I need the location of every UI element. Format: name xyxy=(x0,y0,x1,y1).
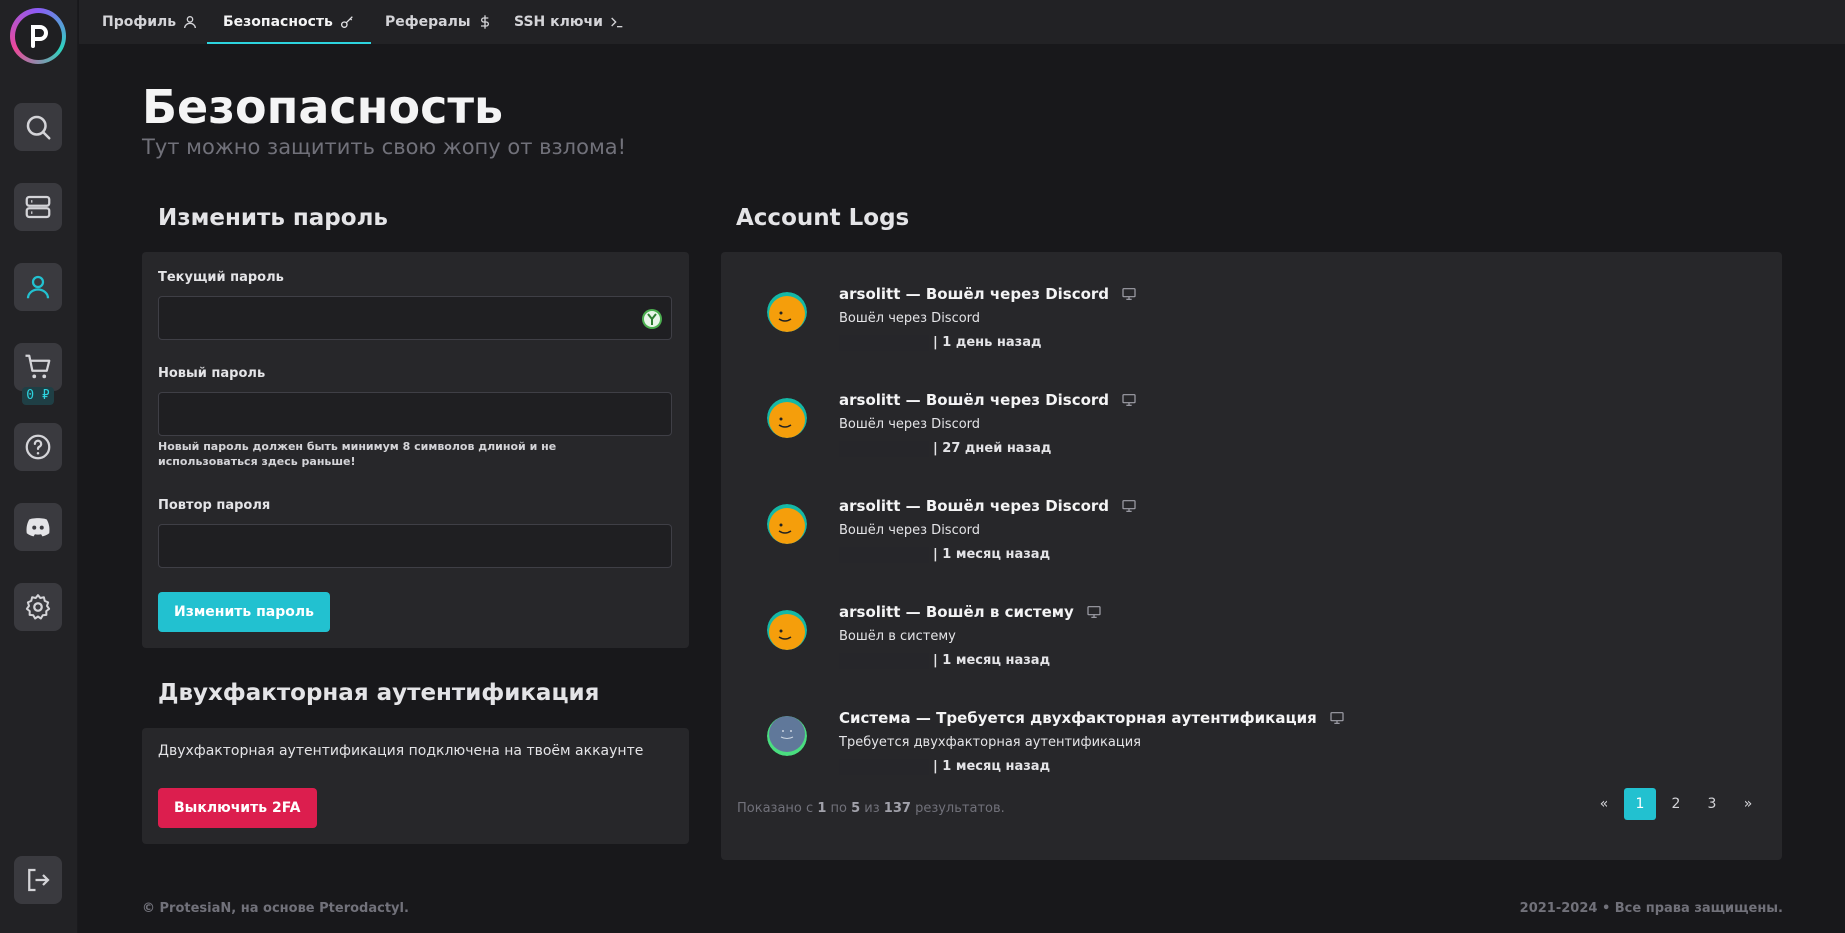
sidebar-servers-button[interactable] xyxy=(14,183,62,231)
avatar xyxy=(767,504,807,544)
log-entry: arsolitt — Вошёл через Discord Вошёл чере… xyxy=(721,252,1782,351)
sidebar-discord-button[interactable] xyxy=(14,503,62,551)
repeat-password-label: Повтор пароля xyxy=(158,498,271,513)
log-time: | 1 день назад xyxy=(933,335,1042,350)
discord-icon xyxy=(26,518,50,537)
log-entry: arsolitt — Вошёл через Discord Вошёл чере… xyxy=(721,464,1782,563)
disable-2fa-button[interactable]: Выключить 2FA xyxy=(158,788,317,828)
sidebar-cart-button[interactable] xyxy=(14,343,62,391)
log-entry: arsolitt — Вошёл через Discord Вошёл чере… xyxy=(721,358,1782,457)
change-password-button[interactable]: Изменить пароль xyxy=(158,592,330,632)
log-description: Вошёл в систему xyxy=(839,629,956,644)
tab-profile[interactable]: Профиль xyxy=(102,0,198,44)
log-time: | 1 месяц назад xyxy=(933,653,1051,668)
log-entry: arsolitt — Вошёл в систему Вошёл в систем… xyxy=(721,570,1782,669)
gear-icon xyxy=(25,594,51,620)
monitor-icon[interactable] xyxy=(1121,392,1137,408)
tab-label: Безопасность xyxy=(223,14,333,30)
page-title: Безопасность xyxy=(142,80,504,134)
sidebar-account-button[interactable] xyxy=(14,263,62,311)
log-time: | 1 месяц назад xyxy=(933,759,1051,774)
sidebar-search-button[interactable] xyxy=(14,103,62,151)
monitor-icon[interactable] xyxy=(1086,604,1102,620)
tab-security[interactable]: Безопасность xyxy=(207,0,371,44)
sidebar: 0 ₽ xyxy=(0,0,78,933)
sidebar-logout-button[interactable] xyxy=(14,856,62,904)
log-title: arsolitt — Вошёл через Discord xyxy=(839,497,1137,515)
pagination-next[interactable]: » xyxy=(1732,788,1764,820)
password-card: Текущий пароль Новый пароль Новый пароль… xyxy=(142,252,689,648)
password-section-title: Изменить пароль xyxy=(158,205,388,231)
cart-balance-badge: 0 ₽ xyxy=(22,387,54,405)
key-icon xyxy=(340,16,353,28)
sidebar-settings-button[interactable] xyxy=(14,583,62,631)
avatar xyxy=(767,292,807,332)
avatar xyxy=(767,398,807,438)
log-time: | 27 дней назад xyxy=(933,441,1052,456)
logout-icon xyxy=(28,868,50,892)
account-logs-title: Account Logs xyxy=(736,205,910,231)
tfa-section-title: Двухфакторная аутентификация xyxy=(158,680,600,706)
avatar xyxy=(767,716,807,756)
servers-icon xyxy=(25,195,51,219)
new-password-input[interactable] xyxy=(158,392,672,436)
page-subtitle: Тут можно защитить свою жопу от взлома! xyxy=(142,135,627,159)
footer-copyright: © ProtesiaN, на основе Pterodactyl. xyxy=(142,901,409,916)
tfa-card: Двухфакторная аутентификация подключена … xyxy=(142,728,689,844)
log-description: Вошёл через Discord xyxy=(839,311,981,326)
account-logs-card: arsolitt — Вошёл через Discord Вошёл чере… xyxy=(721,252,1782,860)
user-icon xyxy=(184,16,197,29)
log-description: Требуется двухфакторная аутентификация xyxy=(839,735,1141,750)
monitor-icon[interactable] xyxy=(1121,498,1137,514)
current-password-label: Текущий пароль xyxy=(158,270,284,285)
current-password-input[interactable] xyxy=(158,296,672,340)
top-navigation: Профиль Безопасность Рефералы SSH ключи xyxy=(79,0,1845,44)
dollar-icon xyxy=(480,15,489,29)
cart-icon xyxy=(25,354,51,379)
pagination-summary: Показано с 1 по 5 из 137 результатов. xyxy=(737,801,1005,816)
tab-label: Рефералы xyxy=(385,14,471,30)
user-icon xyxy=(26,275,50,299)
monitor-icon[interactable] xyxy=(1121,286,1137,302)
pagination: «1 2 3» xyxy=(1588,788,1764,820)
log-ip-redacted xyxy=(839,653,929,669)
logo[interactable] xyxy=(10,8,66,64)
tab-label: SSH ключи xyxy=(514,14,603,30)
pagination-page[interactable]: 2 xyxy=(1660,788,1692,820)
log-entry: Система — Требуется двухфакторная аутент… xyxy=(721,676,1782,775)
monitor-icon[interactable] xyxy=(1329,710,1345,726)
log-title: Система — Требуется двухфакторная аутент… xyxy=(839,709,1345,727)
new-password-help: Новый пароль должен быть минимум 8 симво… xyxy=(158,440,557,468)
log-title: arsolitt — Вошёл через Discord xyxy=(839,285,1137,303)
sidebar-help-button[interactable] xyxy=(14,423,62,471)
password-manager-icon[interactable] xyxy=(641,308,663,330)
terminal-icon xyxy=(611,17,623,28)
tfa-status-text: Двухфакторная аутентификация подключена … xyxy=(158,743,644,759)
log-title: arsolitt — Вошёл в систему xyxy=(839,603,1102,621)
log-description: Вошёл через Discord xyxy=(839,523,981,538)
help-icon xyxy=(25,434,51,460)
new-password-label: Новый пароль xyxy=(158,366,266,381)
log-time: | 1 месяц назад xyxy=(933,547,1051,562)
avatar xyxy=(767,610,807,650)
tab-ssh-keys[interactable]: SSH ключи xyxy=(514,0,625,44)
tab-label: Профиль xyxy=(102,14,177,30)
log-ip-redacted xyxy=(839,335,929,351)
tab-referrals[interactable]: Рефералы xyxy=(385,0,493,44)
logo-icon xyxy=(31,25,48,48)
repeat-password-input[interactable] xyxy=(158,524,672,568)
pagination-page[interactable]: 1 xyxy=(1624,788,1656,820)
pagination-page[interactable]: 3 xyxy=(1696,788,1728,820)
log-ip-redacted xyxy=(839,441,929,457)
log-ip-redacted xyxy=(839,759,929,775)
pagination-prev[interactable]: « xyxy=(1588,788,1620,820)
log-ip-redacted xyxy=(839,547,929,563)
log-description: Вошёл через Discord xyxy=(839,417,981,432)
log-title: arsolitt — Вошёл через Discord xyxy=(839,391,1137,409)
search-icon xyxy=(26,115,51,140)
footer-rights: 2021-2024 • Все права защищены. xyxy=(1519,901,1783,916)
